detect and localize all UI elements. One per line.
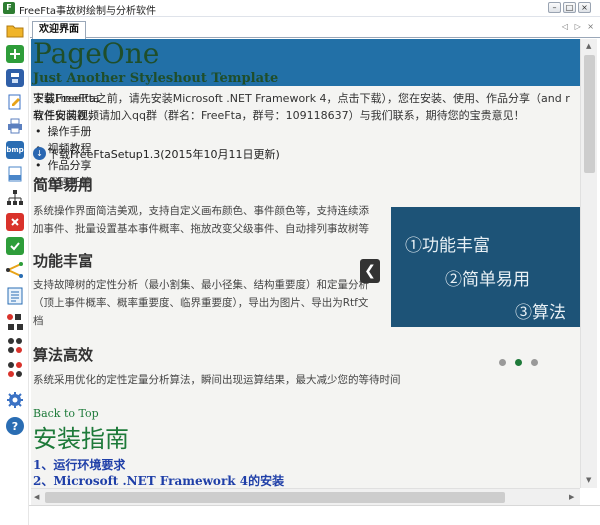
settings-icon[interactable] bbox=[6, 391, 24, 409]
scroll-down-arrow-icon[interactable]: ▼ bbox=[586, 476, 591, 484]
page-title: PageOne bbox=[33, 39, 160, 70]
feature-banner: ①功能丰富 ②简单易用 ③算法 bbox=[391, 207, 580, 327]
report-icon[interactable] bbox=[6, 287, 24, 305]
export-rtf-icon[interactable] bbox=[6, 165, 24, 183]
feature-2-text: 支持故障树的定性分析（最小割集、最小径集、结构重要度）和定量分析（顶上事件概率、… bbox=[33, 279, 369, 327]
edit-document-icon[interactable] bbox=[6, 93, 24, 111]
download-icon: ↓ bbox=[33, 147, 46, 160]
banner-line-3: ③算法 bbox=[515, 303, 566, 323]
scroll-left-arrow-icon[interactable]: ◀ bbox=[34, 493, 39, 501]
feature-3-title: 算法高效 bbox=[33, 346, 94, 364]
banner-line-2: ②简单易用 bbox=[445, 270, 530, 290]
feature-1-title: 简单易用 bbox=[33, 176, 94, 194]
banner-line-1: ①功能丰富 bbox=[405, 236, 490, 256]
title-bar: F FreeFta事故树绘制与分析软件 – □ × bbox=[0, 0, 600, 17]
share-icon[interactable] bbox=[6, 261, 24, 279]
download-link[interactable]: 下载FreeFtaSetup1.3(2015年10月11日更新) bbox=[48, 146, 280, 162]
feature-3-text: 系统采用优化的定性定量分析算法，瞬间出现运算结果，最大减少您的等待时间 bbox=[33, 374, 401, 386]
overlap-download-link[interactable]: 下载FreeFta bbox=[33, 90, 100, 106]
left-toolbar: bmp ? bbox=[0, 17, 29, 525]
export-bmp-icon[interactable]: bmp bbox=[6, 141, 24, 159]
probability-icon[interactable] bbox=[6, 337, 24, 355]
new-icon[interactable] bbox=[6, 45, 24, 63]
vertical-scroll-thumb[interactable] bbox=[584, 55, 595, 173]
page-subtitle: Just Another Styleshout Template bbox=[33, 71, 279, 86]
vertical-scrollbar[interactable]: ▲ ▼ bbox=[580, 39, 597, 488]
feature-1-text: 系统操作界面简洁美观，支持自定义画布颜色、事件颜色等，支持连续添加事件、批量设置… bbox=[33, 205, 369, 235]
minimize-button[interactable]: – bbox=[548, 2, 561, 13]
help-icon[interactable]: ? bbox=[6, 417, 24, 435]
print-icon[interactable] bbox=[6, 117, 24, 135]
tab-welcome[interactable]: 欢迎界面 bbox=[32, 21, 86, 39]
install-guide-title: 安装指南 bbox=[33, 425, 129, 453]
install-step-2[interactable]: 2、Microsoft .NET Framework 4的安装 bbox=[33, 472, 284, 488]
install-step-1[interactable]: 1、运行环境要求 bbox=[33, 456, 125, 473]
importance-icon[interactable] bbox=[6, 361, 24, 379]
close-button[interactable]: × bbox=[578, 2, 591, 13]
horizontal-scroll-thumb[interactable] bbox=[45, 492, 505, 503]
status-bar bbox=[29, 505, 600, 525]
green-check-icon[interactable] bbox=[6, 237, 24, 255]
welcome-page: PageOne Just Another Styleshout Template… bbox=[31, 39, 580, 488]
feature-2-title: 功能丰富 bbox=[33, 252, 94, 270]
open-folder-icon[interactable] bbox=[6, 21, 24, 39]
nav-item-manual[interactable]: 操作手册 bbox=[35, 123, 92, 140]
min-cut-set-icon[interactable] bbox=[6, 313, 24, 331]
overlap-video-link[interactable]: 软件安装视频 bbox=[33, 107, 99, 123]
red-shield-icon[interactable] bbox=[6, 213, 24, 231]
slider-dot-3[interactable] bbox=[531, 359, 538, 366]
tab-nav-controls[interactable]: ◁ ▷ × bbox=[562, 22, 596, 31]
tree-structure-icon[interactable] bbox=[6, 189, 24, 207]
slider-dot-2[interactable] bbox=[515, 359, 522, 366]
scroll-right-arrow-icon[interactable]: ▶ bbox=[569, 493, 574, 501]
save-icon[interactable] bbox=[6, 69, 24, 87]
maximize-button[interactable]: □ bbox=[563, 2, 576, 13]
app-logo-icon: F bbox=[3, 2, 15, 14]
slider-prev-button[interactable]: ❮ bbox=[360, 259, 380, 283]
tab-strip: 欢迎界面 ◁ ▷ × bbox=[30, 19, 600, 39]
window-title: FreeFta事故树绘制与分析软件 bbox=[19, 6, 157, 17]
slider-dot-1[interactable] bbox=[499, 359, 506, 366]
horizontal-scrollbar[interactable]: ◀ ▶ bbox=[31, 488, 580, 505]
notice-line-1: 安装FreeFta之前，请先安装Microsoft .NET Framework… bbox=[33, 92, 570, 105]
notice-line-2: 有任何问题，请加入qq群（群名：FreeFta，群号：109118637）与我们… bbox=[33, 109, 525, 122]
scroll-up-arrow-icon[interactable]: ▲ bbox=[586, 42, 591, 50]
